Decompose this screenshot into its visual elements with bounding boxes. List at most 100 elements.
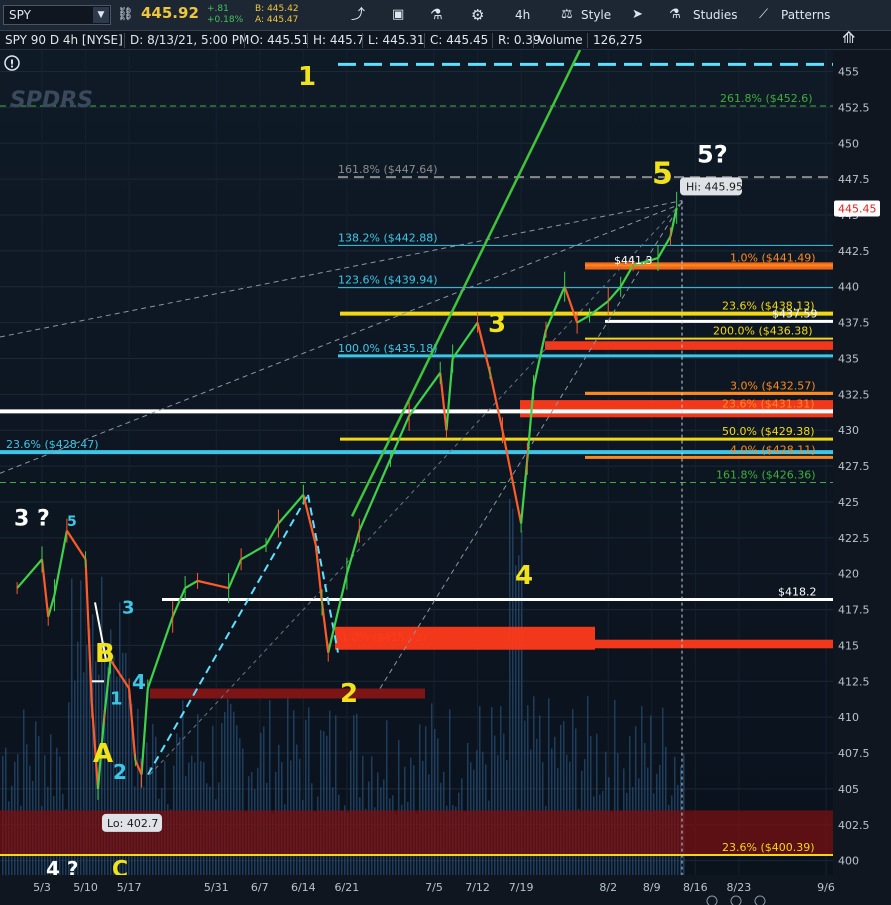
y-tick-label: 422.5 [838, 532, 870, 545]
wave-label: 3 [122, 597, 135, 618]
chart-header: SPY 90 D 4h [NYSE] D: 8/13/21, 5:00 PM O… [0, 29, 891, 50]
wave-label: 3 ? [14, 507, 50, 532]
x-tick-label: 8/9 [643, 881, 661, 894]
chevron-down-icon[interactable]: ▼ [93, 7, 109, 23]
header-divider [244, 33, 245, 48]
wave-label: A [93, 739, 113, 769]
ask-price: A: 445.47 [255, 15, 299, 25]
zone-band [595, 639, 833, 649]
x-tick-label: 6/14 [291, 881, 316, 894]
wave-label: B [95, 639, 115, 669]
symbol-text: SPY [9, 8, 31, 22]
link-icon[interactable]: ⛓ [117, 5, 134, 25]
level-label: 1.0% ($415.02) [341, 631, 427, 644]
chart-title: SPY 90 D 4h [NYSE] [5, 33, 123, 47]
hi-marker-label: Hi: 445.95 [686, 180, 743, 193]
share-icon[interactable]: ⤴ [351, 5, 365, 25]
y-tick-label: 430 [838, 424, 859, 437]
style-button[interactable]: Style [581, 5, 611, 25]
level-label: 200.0% ($436.38) [713, 325, 813, 338]
wave-label: 5? [697, 140, 728, 168]
y-tick-label: 447.5 [838, 173, 870, 186]
header-divider [362, 33, 363, 48]
style-icon: ⚖ [561, 7, 573, 22]
level-label: 23.6% ($400.39) [722, 841, 815, 854]
y-tick-label: 442.5 [838, 245, 870, 258]
last-price-tag-text: 445.45 [838, 203, 877, 216]
wave-label: 1 [110, 688, 123, 709]
symbol-input[interactable]: SPY ▼ [3, 5, 111, 25]
y-tick-label: 450 [838, 137, 859, 150]
y-tick-label: 432.5 [838, 388, 870, 401]
x-tick-label: 7/5 [425, 881, 443, 894]
x-tick-label: 6/7 [251, 881, 269, 894]
price-change-pct: +0.18% [207, 15, 244, 25]
header-divider [424, 33, 425, 48]
x-tick-label: 7/12 [465, 881, 490, 894]
x-tick-label: 9/6 [817, 881, 835, 894]
x-tick-label: 5/31 [204, 881, 229, 894]
y-tick-label: 415 [838, 639, 859, 652]
header-date: D: 8/13/21, 5:00 PM [130, 33, 250, 47]
zone-band [150, 688, 425, 699]
alert-icon[interactable]: ▣ [392, 5, 404, 25]
y-tick-label: 420 [838, 568, 859, 581]
y-tick-label: 417.5 [838, 604, 870, 617]
wave-label: 4 [132, 670, 146, 694]
patterns-icon: ⟋ [759, 7, 769, 22]
wave-label: 2 [113, 760, 127, 784]
level-label: 138.2% ($442.88) [338, 231, 438, 244]
zone-band [545, 341, 833, 350]
x-tick-label: 5/17 [117, 881, 142, 894]
info-icon-glyph: ! [9, 58, 14, 71]
x-tick-label: 8/23 [727, 881, 752, 894]
y-tick-label: 437.5 [838, 317, 870, 330]
header-divider [307, 33, 308, 48]
level-label: 23.6% ($431.31) [722, 397, 815, 410]
y-tick-label: 425 [838, 496, 859, 509]
bid-price: B: 445.42 [255, 4, 299, 14]
price-change: +.81 [207, 4, 229, 14]
level-label: $437.59 [772, 307, 818, 320]
x-tick-label: 8/2 [599, 881, 617, 894]
gear-icon[interactable]: ⚙ [471, 5, 484, 25]
x-tick-label: 5/10 [73, 881, 98, 894]
toolbar: SPY ▼ ⛓ 445.92 +.81 +0.18% B: 445.42 A: … [0, 0, 891, 31]
y-tick-label: 410 [838, 711, 859, 724]
y-tick-label: 412.5 [838, 675, 870, 688]
level-label: 161.8% ($426.36) [716, 468, 816, 481]
patterns-button[interactable]: Patterns [781, 5, 830, 25]
header-close: C: 445.45 [430, 33, 489, 47]
level-label: 4.0% ($428.11) [730, 443, 816, 456]
collapse-icon[interactable]: ⟰ [842, 29, 855, 47]
level-label: $441.3 [614, 254, 653, 267]
header-divider [533, 33, 534, 48]
y-tick-label: 452.5 [838, 101, 870, 114]
last-price: 445.92 [141, 4, 199, 22]
wave-label: 1 [298, 62, 316, 92]
y-tick-label: 402.5 [838, 819, 870, 832]
studies-button[interactable]: Studies [693, 5, 738, 25]
y-tick-label: 455 [838, 66, 859, 79]
y-tick-label: 407.5 [838, 747, 870, 760]
interval-selector[interactable]: 4h [515, 5, 530, 25]
level-label: 50.0% ($429.38) [722, 425, 815, 438]
wave-label: 5 [67, 514, 77, 530]
flask-icon[interactable]: ⚗ [430, 5, 443, 25]
cursor-icon[interactable]: ➤ [632, 5, 643, 25]
level-label: 1.0% ($441.49) [730, 251, 816, 264]
header-volume-value: 126,275 [593, 33, 643, 47]
level-label: $418.2 [778, 586, 817, 599]
y-tick-label: 427.5 [838, 460, 870, 473]
level-label: 161.8% ($447.64) [338, 163, 438, 176]
y-tick-label: 440 [838, 281, 859, 294]
wave-label: 2 [340, 679, 358, 709]
wave-label: 3 [488, 309, 506, 339]
studies-icon: ⚗ [669, 7, 681, 22]
level-label: 123.6% ($439.94) [338, 274, 438, 287]
y-tick-label: 400 [838, 855, 859, 868]
header-divider [124, 33, 125, 48]
price-chart[interactable]: 161.8% ($447.64) 261.8% ($452.6) 138.2% ($… [0, 50, 891, 905]
x-tick-label: 6/21 [335, 881, 360, 894]
spdr-watermark: SPDRS [10, 88, 93, 113]
